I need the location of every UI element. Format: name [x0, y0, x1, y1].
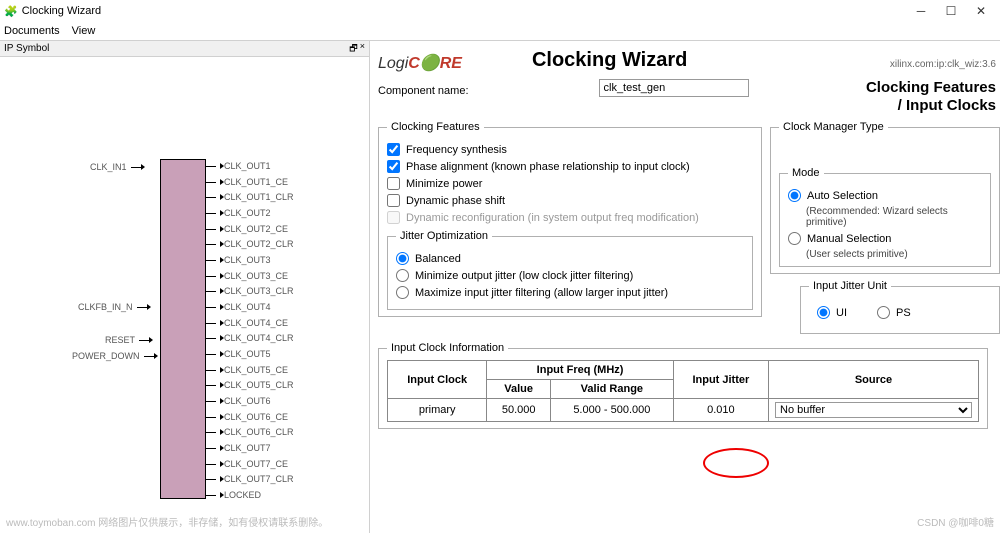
page-title: Clocking Wizard — [532, 49, 687, 72]
pin-clk-out7-clr: CLK_OUT7_CLR — [206, 474, 294, 484]
component-name-input[interactable] — [599, 79, 749, 97]
pin-clk-out2-clr: CLK_OUT2_CLR — [206, 239, 294, 249]
jitter-optimization-group: Jitter Optimization Balanced Minimize ou… — [387, 230, 753, 310]
window-controls: ─ ☐ ✕ — [906, 0, 996, 22]
dynamic-reconfig-checkbox: Dynamic reconfiguration (in system outpu… — [387, 211, 753, 224]
logicore-logo: LogiC🟢RE — [378, 53, 462, 73]
mode-manual-note: (User selects primitive) — [806, 249, 982, 260]
phase-alignment-checkbox[interactable]: Phase alignment (known phase relationshi… — [387, 160, 753, 173]
features-legend: Clocking Features — [387, 121, 484, 133]
col-value: Value — [487, 380, 551, 399]
panel-close-icon[interactable]: × — [360, 41, 365, 57]
clock-manager-type-group: Clock Manager Type Mode Auto Selection (… — [770, 121, 1000, 274]
jitter-min-output-radio[interactable]: Minimize output jitter (low clock jitter… — [396, 269, 744, 282]
mode-legend: Mode — [788, 167, 824, 179]
col-valid-range: Valid Range — [550, 380, 673, 399]
clocking-features-group: Clocking Features Frequency synthesis Ph… — [378, 121, 762, 317]
cell-valid-range: 5.000 - 500.000 — [550, 399, 673, 422]
maximize-button[interactable]: ☐ — [936, 0, 966, 22]
ip-identifier: xilinx.com:ip:clk_wiz:3.6 — [890, 59, 1000, 70]
source-select[interactable]: No buffer — [775, 402, 972, 418]
pin-clk-out4-clr: CLK_OUT4_CLR — [206, 333, 294, 343]
mode-group: Mode Auto Selection (Recommended: Wizard… — [779, 167, 991, 267]
col-input-jitter: Input Jitter — [673, 361, 768, 399]
app-icon: 🧩 — [4, 5, 18, 18]
pin-clk-out5: CLK_OUT5 — [206, 349, 271, 359]
titlebar: 🧩 Clocking Wizard ─ ☐ ✕ — [0, 0, 1000, 22]
dynamic-phase-shift-checkbox[interactable]: Dynamic phase shift — [387, 194, 753, 207]
pin-clk-out3-clr: CLK_OUT3_CLR — [206, 286, 294, 296]
cmt-legend: Clock Manager Type — [779, 121, 888, 133]
cell-clock-name: primary — [388, 399, 487, 422]
col-source: Source — [769, 361, 979, 399]
table-row: primary 50.000 5.000 - 500.000 0.010 No … — [388, 399, 979, 422]
pin-clk-out6-ce: CLK_OUT6_CE — [206, 412, 288, 422]
pin-clk-out4: CLK_OUT4 — [206, 302, 271, 312]
cell-jitter[interactable]: 0.010 — [673, 399, 768, 422]
jitter-max-input-radio[interactable]: Maximize input jitter filtering (allow l… — [396, 286, 744, 299]
pin-clk-out5-clr: CLK_OUT5_CLR — [206, 380, 294, 390]
col-input-clock: Input Clock — [388, 361, 487, 399]
col-input-freq: Input Freq (MHz) — [487, 361, 673, 380]
mode-auto-note: (Recommended: Wizard selects primitive) — [806, 206, 982, 228]
pin-clk-out6-clr: CLK_OUT6_CLR — [206, 427, 294, 437]
input-clock-legend: Input Clock Information — [387, 342, 508, 354]
pin-clk-out7-ce: CLK_OUT7_CE — [206, 459, 288, 469]
credit: CSDN @咖啡0糖 — [917, 514, 994, 529]
menubar: Documents View — [0, 22, 1000, 40]
close-button[interactable]: ✕ — [966, 0, 996, 22]
pin-clk-out1-clr: CLK_OUT1_CLR — [206, 192, 294, 202]
component-name-label: Component name: — [378, 85, 469, 97]
jitter-unit-ps-radio[interactable]: PS — [877, 306, 911, 319]
mode-auto-radio[interactable]: Auto Selection — [788, 189, 982, 202]
jitter-balanced-radio[interactable]: Balanced — [396, 252, 744, 265]
minimize-power-checkbox[interactable]: Minimize power — [387, 177, 753, 190]
input-clock-info-group: Input Clock Information Input Clock Inpu… — [378, 342, 988, 429]
pin-power-down: POWER_DOWN — [72, 351, 160, 361]
jitter-unit-ui-radio[interactable]: UI — [817, 306, 847, 319]
cell-freq-value[interactable]: 50.000 — [487, 399, 551, 422]
pin-clk-out5-ce: CLK_OUT5_CE — [206, 365, 288, 375]
pin-clk-out3-ce: CLK_OUT3_CE — [206, 271, 288, 281]
panel-header: IP Symbol 🗗 × — [0, 41, 369, 57]
annotation-circle — [703, 448, 769, 478]
minimize-button[interactable]: ─ — [906, 0, 936, 22]
pin-clk-out2: CLK_OUT2 — [206, 208, 271, 218]
panel-dock-icon[interactable]: 🗗 — [349, 41, 357, 57]
wizard-page: LogiC🟢RE Clocking Wizard xilinx.com:ip:c… — [370, 41, 1000, 533]
cell-source[interactable]: No buffer — [769, 399, 979, 422]
mode-manual-radio[interactable]: Manual Selection — [788, 232, 982, 245]
pin-clk-out1: CLK_OUT1 — [206, 161, 271, 171]
jitter-legend: Jitter Optimization — [396, 230, 492, 242]
page-subtitle: Clocking Features/ Input Clocks — [866, 79, 1000, 115]
input-jitter-unit-group: Input Jitter Unit UI PS — [800, 280, 1000, 334]
panel-title: IP Symbol — [4, 43, 49, 54]
window-title: Clocking Wizard — [22, 5, 101, 17]
menu-documents[interactable]: Documents — [4, 25, 60, 37]
pin-reset: RESET — [105, 335, 155, 345]
watermark: www.toymoban.com 网络图片仅供展示，非存储，如有侵权请联系删除。 — [6, 514, 328, 529]
pin-clk-out6: CLK_OUT6 — [206, 396, 271, 406]
ip-block — [160, 159, 206, 499]
pin-clk-out4-ce: CLK_OUT4_CE — [206, 318, 288, 328]
jitter-unit-legend: Input Jitter Unit — [809, 280, 891, 292]
pin-clk-out7: CLK_OUT7 — [206, 443, 271, 453]
pin-locked: LOCKED — [206, 490, 261, 500]
pin-clk-out3: CLK_OUT3 — [206, 255, 271, 265]
menu-view[interactable]: View — [72, 25, 96, 37]
ip-symbol-panel: IP Symbol 🗗 × CLK_IN1 CLKFB_IN_N RESET P… — [0, 41, 370, 533]
pin-clk-out1-ce: CLK_OUT1_CE — [206, 177, 288, 187]
input-clock-table: Input Clock Input Freq (MHz) Input Jitte… — [387, 360, 979, 422]
symbol-canvas: CLK_IN1 CLKFB_IN_N RESET POWER_DOWN CLK_… — [0, 57, 369, 533]
pin-clk-in1: CLK_IN1 — [90, 162, 147, 172]
pin-clk-out2-ce: CLK_OUT2_CE — [206, 224, 288, 234]
freq-synthesis-checkbox[interactable]: Frequency synthesis — [387, 143, 753, 156]
pin-clkfb-in-n: CLKFB_IN_N — [78, 302, 153, 312]
